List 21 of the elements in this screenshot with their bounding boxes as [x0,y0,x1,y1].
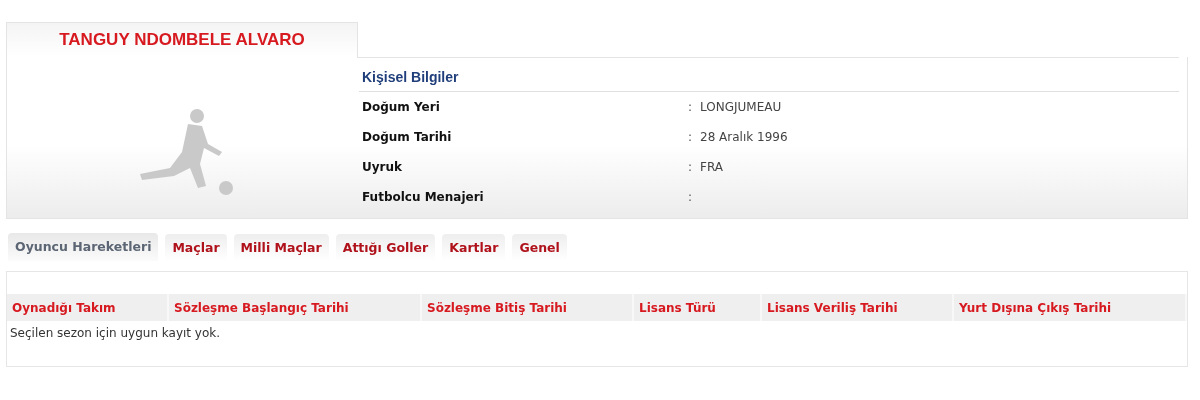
info-label: Doğum Tarihi [362,130,453,144]
info-label: Uyruk [362,160,403,174]
colon: : [688,130,694,144]
info-label: Doğum Yeri [362,100,441,114]
player-name: TANGUY NDOMBELE ALVARO [59,30,305,50]
colon: : [688,100,694,114]
column-header: Lisans Veriliş Tarihi [762,294,954,321]
tab[interactable]: Oyuncu Hareketleri [8,233,159,261]
column-header: Oynadığı Takım [7,294,169,321]
column-header: Yurt Dışına Çıkış Tarihi [954,294,1187,321]
info-value: FRA [700,160,723,174]
info-value: 28 Aralık 1996 [700,130,788,144]
column-header: Lisans Türü [634,294,762,321]
column-header: Sözleşme Bitiş Tarihi [422,294,634,321]
info-label: Futbolcu Menajeri [362,190,485,204]
info-value: LONGJUMEAU [700,100,782,114]
colon: : [688,160,694,174]
section-title: Kişisel Bilgiler [359,58,1179,92]
empty-message: Seçilen sezon için uygun kayıt yok. [9,325,222,342]
colon: : [688,190,694,204]
column-header: Sözleşme Başlangıç Tarihi [169,294,422,321]
